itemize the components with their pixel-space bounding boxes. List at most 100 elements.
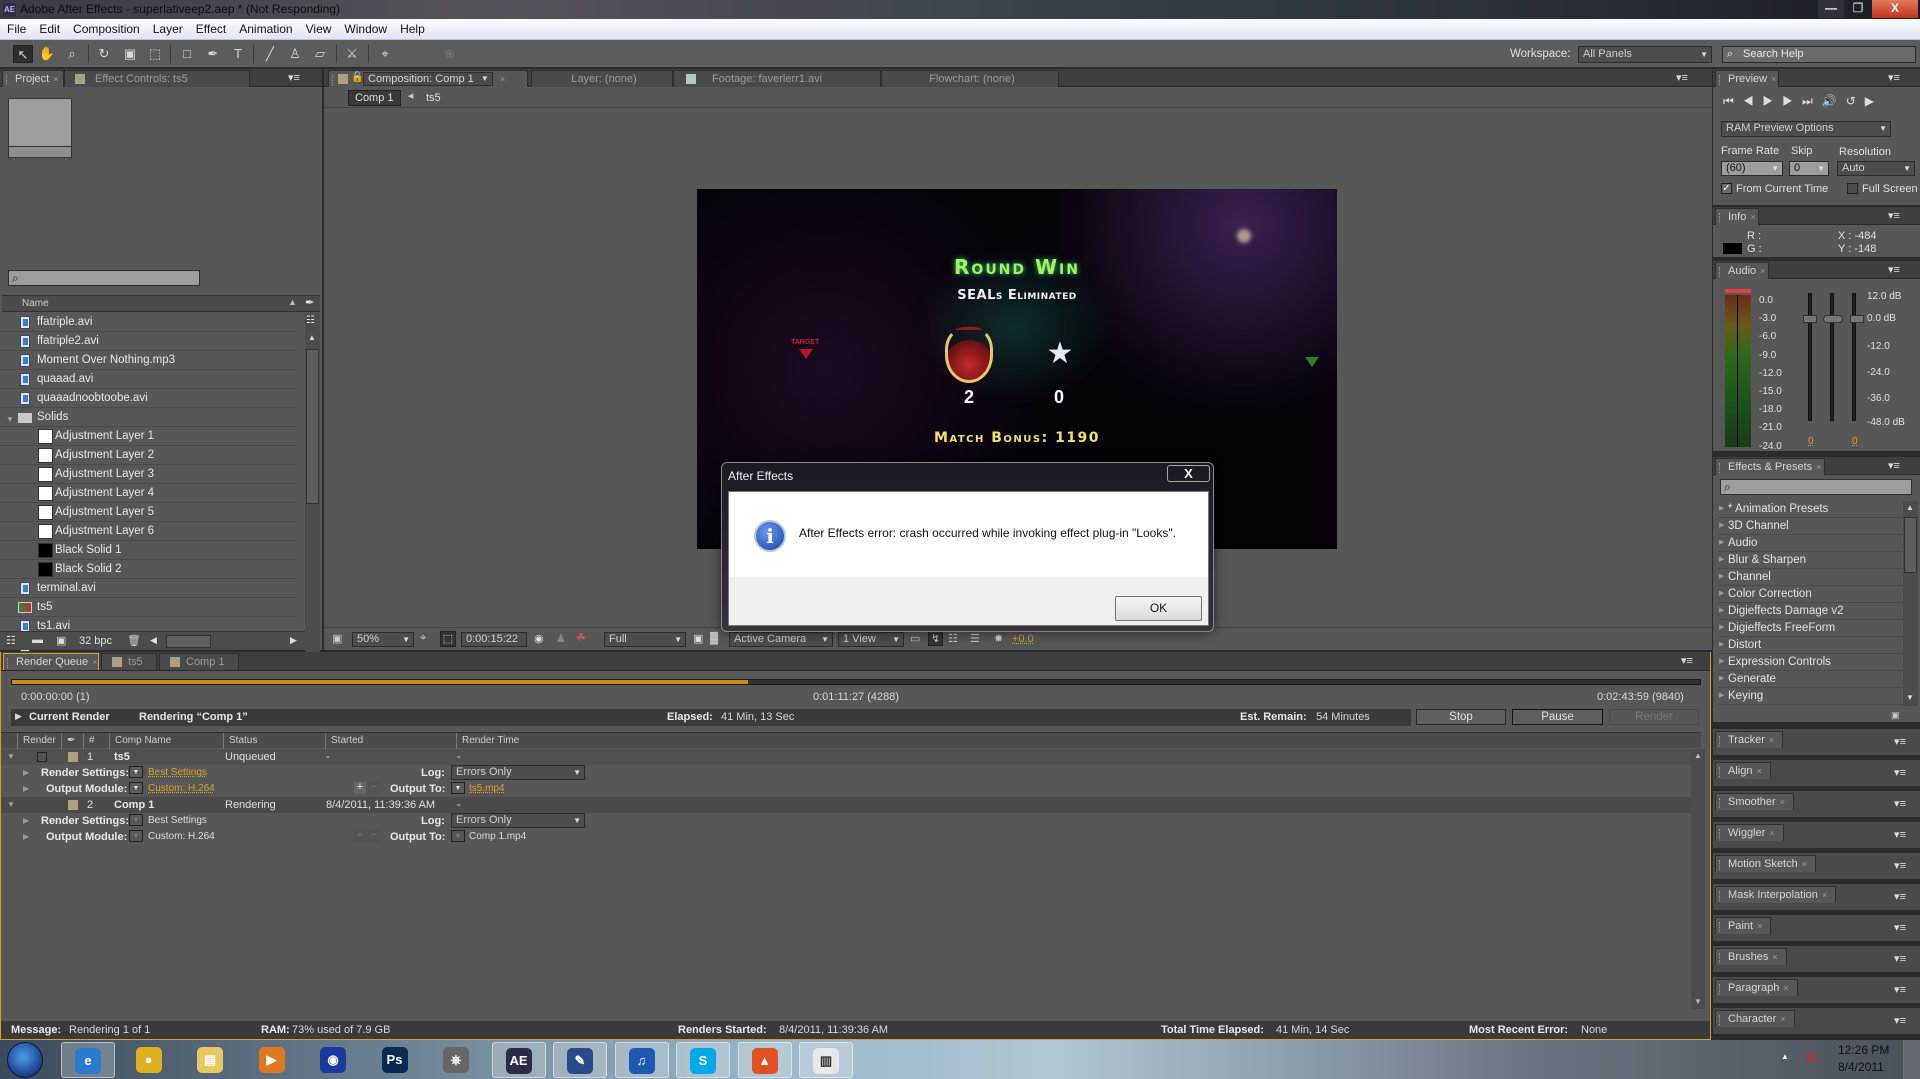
- output-to-value[interactable]: Comp 1.mp4: [469, 831, 526, 842]
- composition-dropdown[interactable]: Composition: Comp 1 ▼: [363, 72, 493, 86]
- effects-category[interactable]: Expression Controls: [1718, 654, 1904, 671]
- bit-depth-button[interactable]: 32 bpc: [79, 635, 112, 647]
- tab-character[interactable]: Character ×: [1715, 1010, 1795, 1027]
- network-status-icon[interactable]: ☒: [1805, 1050, 1817, 1066]
- clone-stamp-tool-icon[interactable]: ♙: [285, 45, 305, 63]
- close-icon[interactable]: ×: [1802, 859, 1807, 869]
- label-swatch[interactable]: [68, 800, 78, 810]
- project-item[interactable]: ts5: [0, 598, 296, 617]
- pan-behind-tool-icon[interactable]: ⬚: [145, 45, 165, 63]
- close-icon[interactable]: ×: [1757, 921, 1762, 931]
- zoom-tool-icon[interactable]: ⌕: [62, 45, 82, 63]
- taskbar-video-capture[interactable]: ⎈: [430, 1042, 484, 1078]
- mask-visibility-icon[interactable]: ⬚: [440, 631, 456, 647]
- col-render[interactable]: Render: [17, 733, 57, 749]
- right-value[interactable]: 0: [1852, 436, 1858, 447]
- project-item[interactable]: Adjustment Layer 5: [0, 503, 296, 522]
- transparency-grid-icon[interactable]: ▓: [710, 632, 718, 644]
- tab-motion-sketch[interactable]: Motion Sketch ×: [1715, 855, 1816, 872]
- taskbar-photoshop[interactable]: Ps: [369, 1042, 423, 1078]
- project-item[interactable]: Adjustment Layer 3: [0, 465, 296, 484]
- menu-window[interactable]: Window: [337, 19, 393, 36]
- first-frame-icon[interactable]: ⏮: [1723, 94, 1743, 108]
- master-slider-thumb[interactable]: [1823, 315, 1843, 323]
- scroll-right-icon[interactable]: ▶: [290, 635, 297, 646]
- render-settings-dropdown[interactable]: ▼: [129, 766, 143, 778]
- effects-category[interactable]: Digieffects Damage v2: [1718, 603, 1904, 620]
- camera-view-dropdown[interactable]: Active Camera ▼: [729, 632, 833, 647]
- region-of-interest-icon[interactable]: ▣: [693, 632, 703, 645]
- skip-dropdown[interactable]: 0 ▼: [1789, 161, 1829, 176]
- loop-icon[interactable]: ↺: [1846, 94, 1865, 108]
- close-icon[interactable]: ×: [1783, 983, 1788, 993]
- tab-comp1[interactable]: Comp 1: [159, 653, 239, 670]
- panel-menu-icon[interactable]: ▾≡: [1894, 952, 1906, 965]
- taskbar-windows-explorer[interactable]: ▤: [184, 1042, 238, 1078]
- expand-arrow-icon[interactable]: ▶: [23, 832, 29, 841]
- taskbar-browser-globe[interactable]: ◉: [307, 1042, 361, 1078]
- add-output-module-icon[interactable]: +: [354, 782, 366, 794]
- output-module-dropdown[interactable]: ▼: [129, 830, 143, 842]
- panel-menu-icon[interactable]: ▾≡: [1894, 828, 1906, 841]
- current-time-field[interactable]: 0:00:15:22: [461, 632, 527, 647]
- project-search-input[interactable]: ⌕: [8, 270, 200, 286]
- log-dropdown[interactable]: Errors Only ▼: [451, 813, 585, 828]
- taskbar-itunes[interactable]: ♫: [614, 1042, 669, 1078]
- log-dropdown[interactable]: Errors Only ▼: [451, 765, 585, 780]
- close-icon[interactable]: ×: [1769, 828, 1774, 838]
- close-icon[interactable]: ×: [1780, 797, 1785, 807]
- render-queue-scrollbar[interactable]: ▲ ▼: [1691, 749, 1705, 1009]
- label-swatch[interactable]: [68, 752, 78, 762]
- maximize-button[interactable]: ❐: [1845, 0, 1871, 18]
- tab-tracker[interactable]: Tracker ×: [1715, 731, 1784, 748]
- panel-menu-icon[interactable]: ▾≡: [1888, 459, 1900, 472]
- tab-smoother[interactable]: Smoother ×: [1715, 793, 1794, 810]
- menu-file[interactable]: File: [0, 19, 32, 36]
- magnification-dropdown[interactable]: 50% ▼: [352, 632, 414, 647]
- project-item[interactable]: Adjustment Layer 1: [0, 427, 296, 446]
- tab-flowchart[interactable]: Flowchart: (none): [881, 70, 1059, 87]
- effects-category[interactable]: 3D Channel: [1718, 518, 1904, 535]
- dialog-close-button[interactable]: X: [1167, 465, 1210, 482]
- panel-menu-icon[interactable]: ▾≡: [1894, 735, 1906, 748]
- right-slider-thumb[interactable]: [1850, 315, 1864, 323]
- render-checkbox[interactable]: [37, 752, 47, 762]
- col-number[interactable]: #: [83, 733, 107, 749]
- project-item[interactable]: quaaad.avi: [0, 370, 296, 389]
- render-queue-item[interactable]: ▼ 1 ts5 Unqueued - -: [1, 749, 1691, 765]
- show-hidden-icons[interactable]: ▲: [1781, 1052, 1789, 1061]
- effects-category[interactable]: Color Correction: [1718, 586, 1904, 603]
- effects-category[interactable]: Generate: [1718, 671, 1904, 688]
- taskbar-app-triangle[interactable]: ▲: [737, 1042, 792, 1078]
- trash-icon[interactable]: 🗑: [127, 634, 141, 647]
- panel-menu-icon[interactable]: ▾≡: [288, 71, 300, 84]
- project-scrollbar[interactable]: ☷ ▲ ▼: [305, 313, 320, 698]
- reset-exposure-icon[interactable]: ✸: [994, 632, 1003, 645]
- panel-menu-icon[interactable]: ▾≡: [1894, 1014, 1906, 1027]
- remove-output-module-icon[interactable]: −: [368, 830, 380, 842]
- resolution-dropdown[interactable]: Full ▼: [604, 632, 686, 647]
- tab-wiggler[interactable]: Wiggler ×: [1715, 824, 1784, 841]
- panel-menu-icon[interactable]: ▾≡: [1888, 209, 1900, 222]
- scroll-left-icon[interactable]: ◀: [150, 635, 157, 646]
- panel-menu-icon[interactable]: ▾≡: [1894, 766, 1906, 779]
- breadcrumb-ts5[interactable]: ts5: [426, 92, 441, 104]
- tab-preview[interactable]: Preview ×: [1715, 70, 1779, 87]
- show-snapshot-icon[interactable]: ♟: [556, 632, 566, 645]
- start-button[interactable]: [7, 1042, 43, 1078]
- tab-footage[interactable]: Footage: faverlerr1.avi: [673, 70, 881, 87]
- label-tag-icon[interactable]: ✒: [305, 296, 314, 309]
- project-item[interactable]: ffatriple2.avi: [0, 332, 296, 351]
- panel-menu-icon[interactable]: ▾≡: [1894, 983, 1906, 996]
- roto-brush-tool-icon[interactable]: ⚔: [342, 45, 362, 63]
- project-item[interactable]: Adjustment Layer 4: [0, 484, 296, 503]
- tab-composition[interactable]: 🔓 Composition: Comp 1 ▼ ×: [328, 70, 528, 87]
- effects-category[interactable]: Distort: [1718, 637, 1904, 654]
- interpret-footage-icon[interactable]: ☷: [6, 634, 16, 647]
- channel-icon[interactable]: ☘: [576, 631, 586, 644]
- puppet-pin-tool-icon[interactable]: ⌖: [375, 45, 395, 63]
- minimize-button[interactable]: —: [1818, 0, 1844, 18]
- tab-project[interactable]: Project ×: [2, 70, 64, 87]
- sort-arrow-icon[interactable]: ▲: [288, 297, 297, 307]
- master-volume-slider[interactable]: [1830, 293, 1834, 421]
